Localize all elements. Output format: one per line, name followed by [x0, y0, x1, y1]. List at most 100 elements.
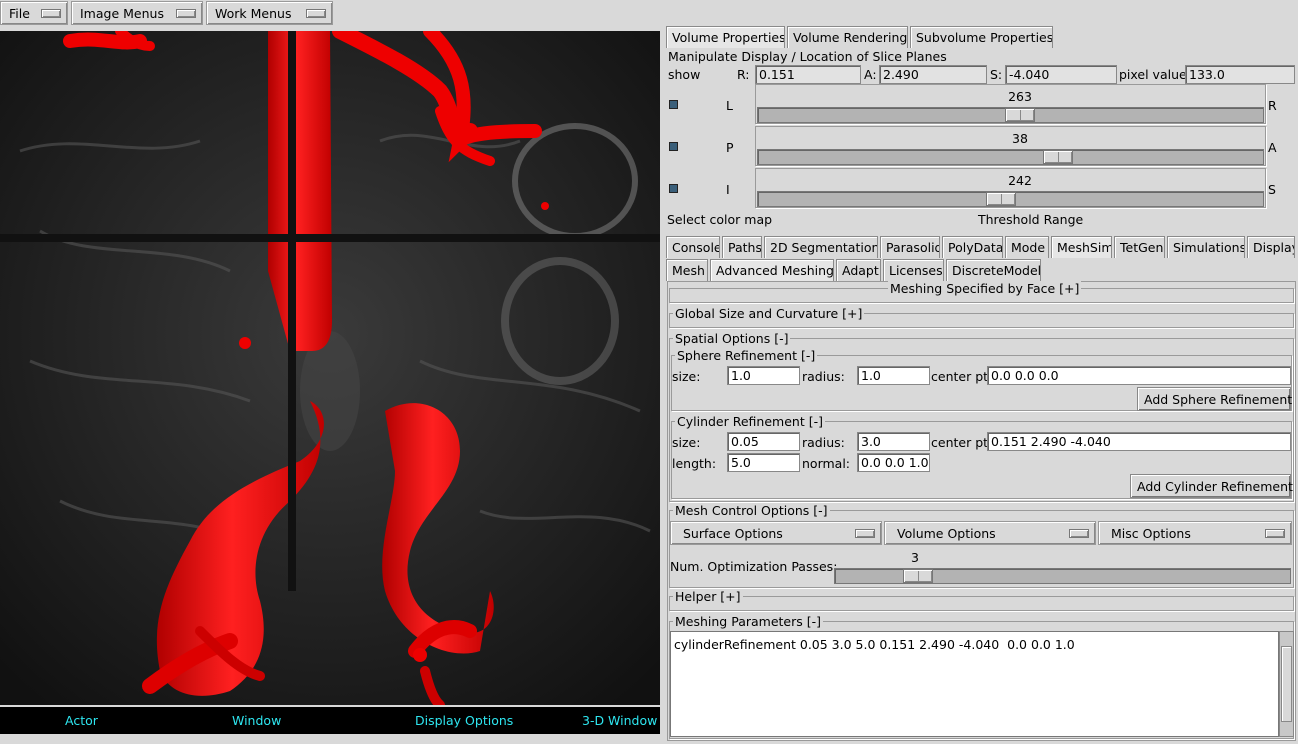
cylinder-length-label: length:: [672, 456, 717, 471]
meshsim-tab[interactable]: Adapt: [836, 259, 881, 281]
a-coordinate-field[interactable]: 2.490: [879, 65, 987, 84]
slider-left-label: I: [726, 182, 730, 197]
module-tab[interactable]: MeshSim: [1051, 236, 1112, 258]
slice-visibility-checkbox[interactable]: [669, 184, 678, 193]
optimization-passes-label: Num. Optimization Passes:: [670, 559, 838, 574]
show-label: show: [668, 67, 701, 82]
meshing-params-text[interactable]: cylinderRefinement 0.05 3.0 5.0 0.151 2.…: [670, 631, 1279, 737]
module-tab[interactable]: PolyData: [942, 236, 1003, 258]
3d-window-button[interactable]: 3-D Window: [582, 713, 657, 728]
cylinder-size-field[interactable]: 0.05: [727, 432, 800, 451]
module-tab[interactable]: TetGen: [1114, 236, 1165, 258]
module-tab[interactable]: 2D Segmentation: [764, 236, 878, 258]
module-tab[interactable]: Simulations: [1167, 236, 1245, 258]
slider-trough[interactable]: [757, 107, 1264, 123]
meshsim-tab[interactable]: DiscreteModel: [946, 259, 1041, 281]
image-menus-label: Image Menus: [80, 5, 164, 21]
tab-volume-rendering[interactable]: Volume Rendering: [787, 26, 908, 48]
misc-options-menu[interactable]: Misc Options: [1098, 521, 1292, 545]
slider-thumb[interactable]: [903, 569, 933, 583]
cylinder-refinement-toggle[interactable]: Cylinder Refinement [-]: [675, 414, 825, 429]
meshsim-tab[interactable]: Advanced Meshing: [710, 259, 834, 281]
slider-value: 38: [1012, 131, 1028, 146]
slider-right-label: A: [1268, 140, 1277, 155]
sphere-center-label: center pt:: [931, 369, 993, 384]
r-label: R:: [737, 67, 750, 82]
scrollbar-thumb[interactable]: [1281, 646, 1292, 722]
slider-trough[interactable]: [757, 149, 1264, 165]
slider-right-label: S: [1268, 182, 1276, 197]
module-tab[interactable]: Display: [1247, 236, 1295, 258]
render-window[interactable]: [0, 31, 660, 705]
s-label: S:: [990, 67, 1003, 82]
slider-left-label: L: [726, 98, 733, 113]
meshing-by-face-toggle[interactable]: Meshing Specified by Face [+]: [888, 281, 1082, 296]
tab-subvolume-properties[interactable]: Subvolume Properties: [910, 26, 1053, 48]
sphere-center-field[interactable]: 0.0 0.0 0.0: [987, 366, 1291, 385]
cylinder-center-label: center pt:: [931, 435, 993, 450]
mesh-control-toggle[interactable]: Mesh Control Options [-]: [673, 503, 830, 518]
window-button[interactable]: Window: [232, 713, 281, 728]
slider-left-label: P: [726, 140, 734, 155]
sphere-radius-label: radius:: [802, 369, 845, 384]
cylinder-radius-field[interactable]: 3.0: [857, 432, 930, 451]
s-coordinate-field[interactable]: -4.040: [1005, 65, 1117, 84]
sphere-size-label: size:: [672, 369, 701, 384]
volume-options-menu[interactable]: Volume Options: [884, 521, 1096, 545]
volume-options-label: Volume Options: [897, 526, 996, 541]
sphere-size-field[interactable]: 1.0: [727, 366, 800, 385]
slice-visibility-checkbox[interactable]: [669, 100, 678, 109]
cylinder-center-field[interactable]: 0.151 2.490 -4.040: [987, 432, 1291, 451]
module-tab[interactable]: Parasolid: [880, 236, 940, 258]
module-tab[interactable]: Paths: [722, 236, 762, 258]
slice-visibility-checkbox[interactable]: [669, 142, 678, 151]
file-menu-button[interactable]: File: [0, 1, 68, 25]
module-tab[interactable]: Mode: [1005, 236, 1049, 258]
add-cylinder-refinement-button[interactable]: Add Cylinder Refinement: [1130, 474, 1293, 498]
slider-thumb[interactable]: [1005, 108, 1035, 122]
meshsim-tab[interactable]: Mesh: [666, 259, 708, 281]
misc-options-label: Misc Options: [1111, 526, 1191, 541]
menu-indicator-icon: [176, 8, 196, 18]
sphere-refinement-toggle[interactable]: Sphere Refinement [-]: [675, 348, 818, 363]
a-label: A:: [864, 67, 877, 82]
cylinder-length-field[interactable]: 5.0: [727, 453, 800, 472]
actor-button[interactable]: Actor: [65, 713, 98, 728]
menu-indicator-icon: [41, 8, 61, 18]
meshsim-tab[interactable]: Licenses: [883, 259, 944, 281]
pixel-value-field[interactable]: 133.0: [1185, 65, 1295, 84]
file-menu-label: File: [9, 5, 30, 21]
cylinder-normal-field[interactable]: 0.0 0.0 1.0: [857, 453, 930, 472]
slider-thumb[interactable]: [986, 192, 1016, 206]
params-scrollbar[interactable]: [1279, 631, 1294, 737]
surface-options-menu[interactable]: Surface Options: [670, 521, 882, 545]
color-map-label[interactable]: Select color map: [667, 212, 772, 227]
helper-group: [669, 596, 1294, 611]
pixel-value-label: pixel value:: [1119, 67, 1191, 82]
add-sphere-refinement-button[interactable]: Add Sphere Refinement: [1137, 387, 1292, 411]
module-tab[interactable]: Console: [666, 236, 720, 258]
slider-thumb[interactable]: [1043, 150, 1073, 164]
tab-volume-properties[interactable]: Volume Properties: [666, 26, 785, 48]
display-options-button[interactable]: Display Options: [415, 713, 513, 728]
image-menus-button[interactable]: Image Menus: [71, 1, 203, 25]
work-menus-button[interactable]: Work Menus: [206, 1, 333, 25]
viewer-footer: Actor Window Display Options 3-D Window: [0, 707, 660, 734]
helper-toggle[interactable]: Helper [+]: [673, 589, 743, 604]
r-coordinate-field[interactable]: 0.151: [755, 65, 861, 84]
optimization-passes-value: 3: [911, 550, 919, 565]
volume-render-canvas: [0, 31, 660, 705]
slider-trough[interactable]: [757, 191, 1264, 207]
cylinder-normal-label: normal:: [802, 456, 851, 471]
spatial-options-toggle[interactable]: Spatial Options [-]: [673, 331, 791, 346]
slider-value: 263: [1008, 89, 1032, 104]
menu-indicator-icon: [306, 8, 326, 18]
slice-panel-title: Manipulate Display / Location of Slice P…: [668, 49, 947, 64]
sphere-radius-field[interactable]: 1.0: [857, 366, 930, 385]
work-menus-label: Work Menus: [215, 5, 292, 21]
meshing-params-toggle[interactable]: Meshing Parameters [-]: [673, 614, 823, 629]
optimization-passes-slider[interactable]: [834, 568, 1291, 584]
surface-options-label: Surface Options: [683, 526, 783, 541]
global-size-toggle[interactable]: Global Size and Curvature [+]: [673, 306, 865, 321]
menu-indicator-icon: [1265, 529, 1285, 538]
